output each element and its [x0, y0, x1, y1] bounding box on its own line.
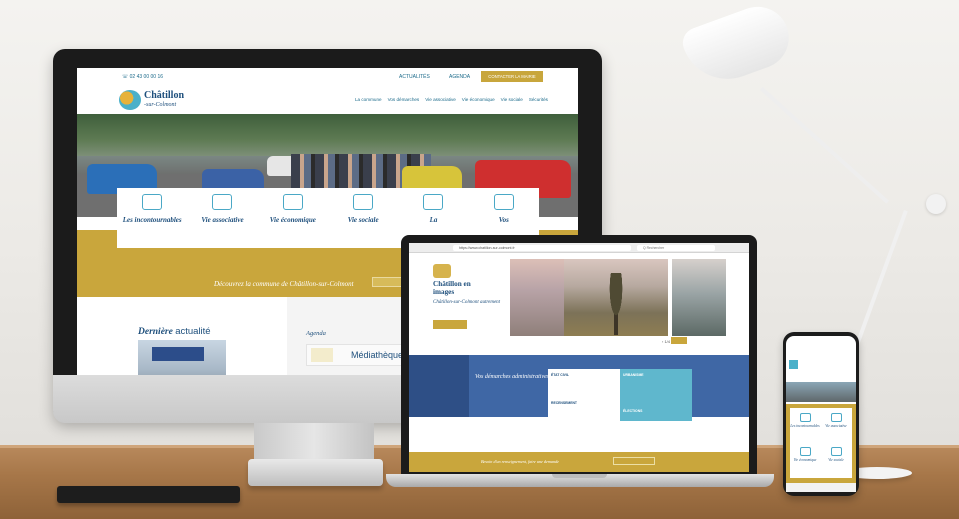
address-bar[interactable]: https://www.chatillon-sur-colmont.fr — [453, 245, 631, 251]
phone-tiles: Les incontournables Vie associative Vie … — [790, 408, 852, 478]
phone-screen: Les incontournables Vie associative Vie … — [786, 336, 856, 492]
demarche-item[interactable]: ÉLECTIONS — [623, 409, 642, 413]
agenda-date — [311, 348, 333, 362]
demarche-item[interactable]: RECENSEMENT — [551, 401, 577, 405]
gallery-button[interactable] — [433, 320, 467, 329]
contact-mairie-button[interactable]: CONTACTER LA MAIRIE — [481, 71, 543, 82]
phone-tile-label: Vie économique — [793, 458, 817, 462]
nav-item[interactable]: Sécurités — [529, 97, 548, 102]
agenda-title[interactable]: Médiathèque — [351, 350, 403, 360]
top-bar: ☏ 02 43 00 00 16 ACTUALITÉS AGENDA CONTA… — [77, 68, 578, 83]
nav-actualites[interactable]: ACTUALITÉS — [399, 74, 430, 80]
demarche-item[interactable]: ÉTAT CIVIL — [551, 373, 569, 377]
main-nav: La commune Vos démarches Vie associative… — [355, 97, 548, 102]
gallery-title: Châtillon en images — [433, 280, 471, 296]
tile-economique[interactable]: Vie économique — [258, 188, 328, 248]
banner-text: Découvrez la commune de Châtillon-sur-Co… — [214, 280, 354, 288]
hero-trees — [77, 114, 578, 156]
nav-item[interactable]: Vos démarches — [388, 97, 420, 102]
notebook — [57, 486, 240, 503]
gallery-photo-right[interactable] — [672, 259, 726, 336]
phone-tile-label: Les incontournables — [790, 424, 820, 428]
phone-tile[interactable]: Vie sociale — [821, 444, 851, 476]
hands-icon — [830, 447, 842, 456]
nav-item[interactable]: La commune — [355, 97, 382, 102]
tile-label: Vos — [498, 216, 509, 224]
phone-tile-label: Vie associative — [825, 424, 847, 428]
browser-toolbar: https://www.chatillon-sur-colmont.fr Q R… — [409, 243, 749, 253]
demarche-item[interactable]: URBANISME — [623, 373, 644, 377]
logo-sub: -sur-Colmont — [144, 102, 177, 108]
phone-browser-bar — [786, 483, 856, 492]
demarches-panel: ÉTAT CIVIL RECENSEMENT — [548, 369, 620, 421]
logo-name: Châtillon — [144, 90, 185, 101]
browser-search[interactable]: Q Rechercher — [637, 245, 715, 251]
nav-item[interactable]: Vie sociale — [501, 97, 523, 102]
tile-label: Vie économique — [269, 216, 316, 224]
phone-tile[interactable]: Vie économique — [790, 444, 820, 476]
next-arrow-button[interactable] — [671, 337, 687, 344]
tile-label: Les incontournables — [122, 216, 182, 224]
phone-tile[interactable]: Vie associative — [821, 410, 851, 442]
lamp-joint — [926, 194, 946, 214]
tile-label: La — [429, 216, 438, 224]
tile-sociale[interactable]: Vie sociale — [328, 188, 398, 248]
gallery-pager: ‹ 1/4 — [662, 339, 671, 344]
laptop-notch — [552, 474, 607, 478]
map-icon — [142, 194, 163, 210]
news-heading-a: Dernière — [138, 327, 173, 337]
demarches-pattern — [409, 355, 469, 417]
imac-stand-foot — [248, 459, 383, 486]
nav-item[interactable]: Vie associative — [425, 97, 456, 102]
tile-label: Vie associative — [201, 216, 244, 224]
people-icon — [212, 194, 233, 210]
tile-associative[interactable]: Vie associative — [187, 188, 257, 248]
gallery-subtitle: Châtillon-sur-Colmont autrement — [433, 300, 501, 305]
photo-gallery-icon — [433, 264, 451, 278]
demarches-panel-teal: URBANISME ÉLECTIONS — [620, 369, 692, 421]
map-icon — [799, 413, 811, 422]
shop-icon — [799, 447, 811, 456]
agenda-label: Agenda — [306, 330, 326, 337]
phone-logo[interactable] — [789, 360, 825, 369]
oak-tree — [605, 273, 627, 335]
contact-band — [409, 452, 749, 472]
phone-hero — [786, 382, 856, 402]
site-logo[interactable]: Châtillon -sur-Colmont — [119, 88, 191, 114]
tile-label: Vie sociale — [347, 216, 379, 224]
laptop-screen: https://www.chatillon-sur-colmont.fr Q R… — [409, 243, 749, 472]
contact-band-text: Besoin d'un renseignement, faire une dem… — [481, 459, 560, 464]
nav-item[interactable]: Vie économique — [462, 97, 495, 102]
tile-incontournables[interactable]: Les incontournables — [117, 188, 187, 248]
imac-stand-neck — [254, 423, 374, 461]
townhall-icon — [493, 194, 514, 210]
gallery-photo-left[interactable] — [510, 259, 564, 336]
news-heading-b: actualité — [175, 326, 211, 337]
contact-band-button[interactable] — [613, 457, 655, 465]
playground-icon — [423, 194, 444, 210]
nav-agenda[interactable]: AGENDA — [449, 74, 470, 80]
phone-number[interactable]: ☏ 02 43 00 00 16 — [122, 74, 163, 80]
people-icon — [830, 413, 842, 422]
demarches-title: Vos démarches administratives — [475, 374, 550, 380]
phone-tile[interactable]: Les incontournables — [790, 410, 820, 442]
news-heading: Dernière actualité — [138, 326, 211, 337]
hands-icon — [353, 194, 374, 210]
logo-mark-icon — [119, 90, 141, 110]
shop-icon — [282, 194, 303, 210]
phone-tile-label: Vie sociale — [828, 458, 844, 462]
scene: ☏ 02 43 00 00 16 ACTUALITÉS AGENDA CONTA… — [0, 0, 959, 519]
leclerc-sign — [152, 347, 204, 361]
